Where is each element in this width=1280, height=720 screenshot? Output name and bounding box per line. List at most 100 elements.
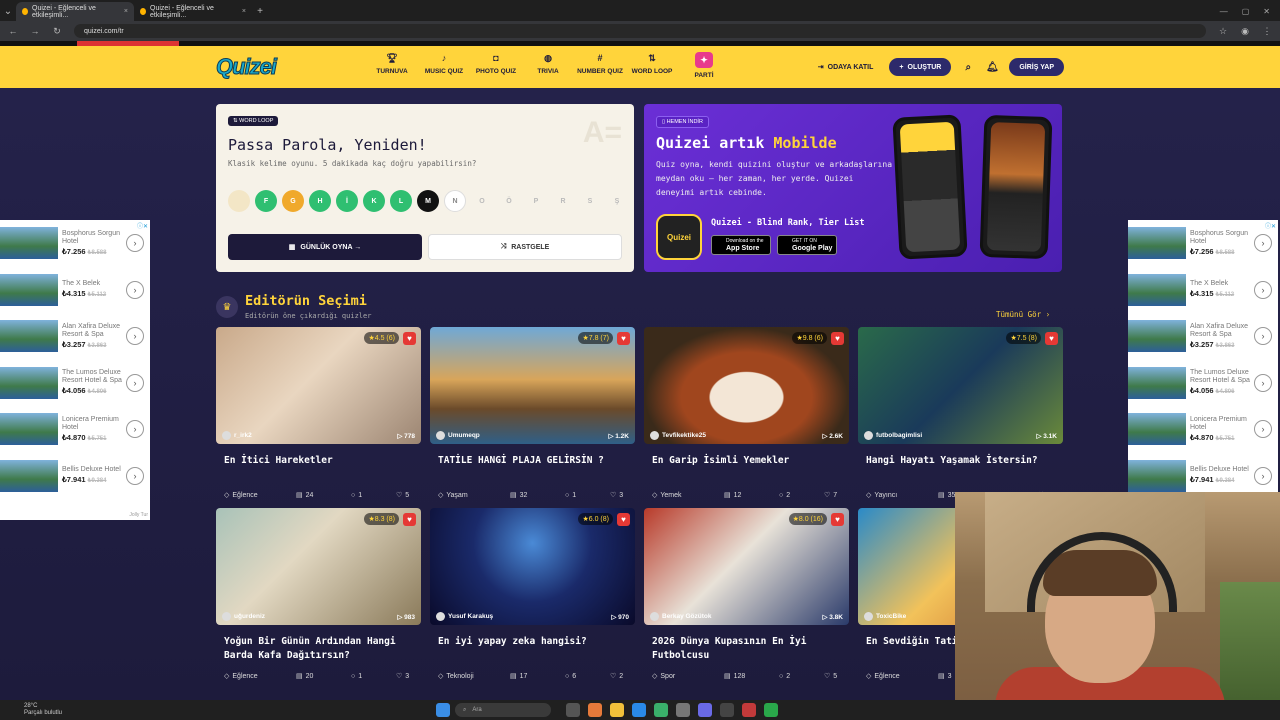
quiz-thumbnail[interactable]: ★8.0 (16) ♥ Berkay Gözütok ▷ 3.8K bbox=[644, 508, 849, 625]
close-tab-icon[interactable]: × bbox=[242, 8, 246, 15]
hotel-ad-row[interactable]: Lonicera Premium Hotel ₺4.870 ₺5.751 › bbox=[0, 406, 150, 453]
quiz-thumbnail[interactable]: ★7.8 (7) ♥ Umumeqp ▷ 1.2K bbox=[430, 327, 635, 444]
app-icon[interactable] bbox=[742, 703, 756, 717]
close-window-icon[interactable]: ✕ bbox=[1263, 7, 1270, 16]
hotel-ad-row[interactable]: The Lumos Deluxe Resort Hotel & Spa ₺4.05… bbox=[1128, 360, 1278, 407]
quiz-author[interactable]: ToxicBike bbox=[864, 612, 906, 621]
quiz-card[interactable]: ★8.3 (8) ♥ uğurdeniz ▷ 983 Yoğun Bir Gün… bbox=[216, 508, 421, 680]
nav-item-parti[interactable]: ✦ PARTİ bbox=[678, 52, 730, 79]
app-icon[interactable] bbox=[720, 703, 734, 717]
browser-tab-2[interactable]: Quizei - Eğlenceli ve etkileşimli... × bbox=[134, 2, 252, 21]
quiz-author[interactable]: r_irk2 bbox=[222, 431, 252, 440]
right-hotel-ad[interactable]: Bosphorus Sorgun Hotel ₺7.256 ₺8.588 › Th… bbox=[1128, 220, 1278, 520]
quiz-author[interactable]: futbolbagimlisi bbox=[864, 431, 922, 440]
bell-icon[interactable]: 🔔︎ bbox=[985, 62, 999, 73]
favorite-icon[interactable]: ♥ bbox=[403, 332, 416, 345]
ad-close-icon[interactable]: ⓘ✕ bbox=[1265, 221, 1276, 230]
quiz-card[interactable]: ★7.8 (7) ♥ Umumeqp ▷ 1.2K TATİLE HANGİ P… bbox=[430, 327, 635, 499]
chevron-right-icon[interactable]: › bbox=[1254, 466, 1272, 485]
chrome-icon[interactable] bbox=[654, 703, 668, 717]
weather-widget[interactable]: 28°C Parçalı bulutlu bbox=[24, 703, 62, 717]
windows-start-icon[interactable] bbox=[436, 703, 450, 717]
quiz-thumbnail[interactable]: ★6.0 (8) ♥ Yusuf Karakuş ▷ 970 bbox=[430, 508, 635, 625]
quiz-card[interactable]: ★6.0 (8) ♥ Yusuf Karakuş ▷ 970 En iyi ya… bbox=[430, 508, 635, 680]
quiz-thumbnail[interactable]: ★8.3 (8) ♥ uğurdeniz ▷ 983 bbox=[216, 508, 421, 625]
favorite-icon[interactable]: ♥ bbox=[403, 513, 416, 526]
edge-icon[interactable] bbox=[632, 703, 646, 717]
random-button[interactable]: ⤨ RASTGELE bbox=[428, 234, 622, 260]
quiz-title[interactable]: 2026 Dünya Kupasının En İyi Futbolcusu bbox=[652, 635, 847, 663]
chevron-right-icon[interactable]: › bbox=[1254, 234, 1272, 253]
file-explorer-icon[interactable] bbox=[610, 703, 624, 717]
forward-icon[interactable]: → bbox=[30, 26, 40, 36]
minimize-icon[interactable]: — bbox=[1220, 7, 1228, 16]
quiz-title[interactable]: Hangi Hayatı Yaşamak İstersin? bbox=[866, 454, 1061, 468]
quiz-thumbnail[interactable]: ★7.5 (8) ♥ futbolbagimlisi ▷ 3.1K bbox=[858, 327, 1063, 444]
menu-icon[interactable]: ⋮ bbox=[1262, 26, 1272, 37]
quiz-author[interactable]: Yusuf Karakuş bbox=[436, 612, 493, 621]
reload-icon[interactable]: ↻ bbox=[52, 26, 62, 37]
taskbar-search[interactable]: ⌕ Ara bbox=[455, 703, 551, 717]
whatsapp-icon[interactable] bbox=[764, 703, 778, 717]
quiz-author[interactable]: Tevfikektike25 bbox=[650, 431, 706, 440]
category-label[interactable]: ◇ Yayıncı bbox=[866, 491, 938, 500]
hotel-ad-row[interactable]: The X Belek ₺4.315 ₺5.112 › bbox=[1128, 267, 1278, 314]
chevron-right-icon[interactable]: › bbox=[126, 327, 144, 346]
url-input[interactable]: quizei.com/tr bbox=[74, 24, 1206, 38]
chevron-right-icon[interactable]: › bbox=[1254, 373, 1272, 392]
quiz-author[interactable]: Berkay Gözütok bbox=[650, 612, 712, 621]
copilot-icon[interactable] bbox=[588, 703, 602, 717]
hotel-ad-row[interactable]: Bellis Deluxe Hotel ₺7.941 ₺9.384 › bbox=[0, 453, 150, 500]
chevron-right-icon[interactable]: › bbox=[126, 280, 144, 299]
chevron-right-icon[interactable]: › bbox=[126, 466, 144, 485]
nav-item-music-quiz[interactable]: ♪ MUSIC QUIZ bbox=[418, 52, 470, 79]
category-label[interactable]: ◇ Spor bbox=[652, 672, 724, 681]
hotel-ad-row[interactable]: The X Belek ₺4.315 ₺5.112 › bbox=[0, 267, 150, 314]
quiz-title[interactable]: En İtici Hareketler bbox=[224, 454, 419, 468]
tab-search-icon[interactable]: ⌄ bbox=[0, 2, 16, 21]
back-icon[interactable]: ← bbox=[8, 26, 18, 36]
hotel-ad-row[interactable]: Lonicera Premium Hotel ₺4.870 ₺5.751 › bbox=[1128, 406, 1278, 453]
category-label[interactable]: ◇ Eğlence bbox=[866, 672, 938, 681]
quiz-thumbnail[interactable]: ★9.8 (6) ♥ Tevfikektike25 ▷ 2.6K bbox=[644, 327, 849, 444]
mobile-app-card[interactable]: ▯ HEMEN İNDİR Quizei artık Mobilde Quiz … bbox=[644, 104, 1062, 272]
task-view-icon[interactable] bbox=[566, 703, 580, 717]
chevron-right-icon[interactable]: › bbox=[126, 420, 144, 439]
quiz-author[interactable]: uğurdeniz bbox=[222, 612, 265, 621]
quiz-author[interactable]: Umumeqp bbox=[436, 431, 480, 440]
favorite-icon[interactable]: ♥ bbox=[1045, 332, 1058, 345]
create-button[interactable]: + OLUŞTUR bbox=[889, 58, 952, 76]
login-button[interactable]: GİRİŞ YAP bbox=[1009, 58, 1064, 76]
nav-item-photo-quiz[interactable]: ◘ PHOTO QUIZ bbox=[470, 52, 522, 79]
hotel-ad-row[interactable]: Bosphorus Sorgun Hotel ₺7.256 ₺8.588 › bbox=[0, 220, 150, 267]
daily-play-button[interactable]: ▦ GÜNLÜK OYNA → bbox=[228, 234, 422, 260]
app-store-button[interactable]: Download on the App Store bbox=[711, 235, 771, 255]
bookmark-star-icon[interactable]: ☆ bbox=[1218, 26, 1228, 37]
chevron-right-icon[interactable]: › bbox=[126, 234, 144, 253]
nav-item-turnuva[interactable]: 🏆︎ TURNUVA bbox=[366, 52, 418, 79]
google-play-button[interactable]: GET IT ON Google Play bbox=[777, 235, 837, 255]
quizei-logo[interactable]: Quizei bbox=[215, 54, 277, 80]
quiz-title[interactable]: TATİLE HANGİ PLAJA GELİRSİN ? bbox=[438, 454, 633, 468]
hotel-ad-row[interactable]: Bosphorus Sorgun Hotel ₺7.256 ₺8.588 › bbox=[1128, 220, 1278, 267]
nav-item-word-loop[interactable]: ⇅ WORD LOOP bbox=[626, 52, 678, 79]
quiz-title[interactable]: En Garip İsimli Yemekler bbox=[652, 454, 847, 468]
chevron-right-icon[interactable]: › bbox=[1254, 420, 1272, 439]
new-tab-button[interactable]: + bbox=[252, 2, 268, 21]
profile-icon[interactable]: ◉ bbox=[1240, 26, 1250, 37]
chevron-right-icon[interactable]: › bbox=[126, 373, 144, 392]
quiz-card[interactable]: ★9.8 (6) ♥ Tevfikektike25 ▷ 2.6K En Gari… bbox=[644, 327, 849, 499]
nav-item-trivia[interactable]: ◍ TRIVIA bbox=[522, 52, 574, 79]
see-all-link[interactable]: Tümünü Gör › bbox=[996, 310, 1050, 319]
app-icon[interactable] bbox=[676, 703, 690, 717]
favorite-icon[interactable]: ♥ bbox=[617, 513, 630, 526]
maximize-icon[interactable]: ▢ bbox=[1242, 7, 1250, 16]
search-icon[interactable]: ⌕ bbox=[961, 62, 975, 73]
hotel-ad-row[interactable]: The Lumos Deluxe Resort Hotel & Spa ₺4.05… bbox=[0, 360, 150, 407]
quiz-card[interactable]: ★4.5 (6) ♥ r_irk2 ▷ 778 En İtici Hareket… bbox=[216, 327, 421, 499]
category-label[interactable]: ◇ Yemek bbox=[652, 491, 724, 500]
quiz-card[interactable]: ★8.0 (16) ♥ Berkay Gözütok ▷ 3.8K 2026 D… bbox=[644, 508, 849, 680]
favorite-icon[interactable]: ♥ bbox=[831, 332, 844, 345]
quiz-title[interactable]: Yoğun Bir Günün Ardından Hangi Barda Kaf… bbox=[224, 635, 419, 663]
hotel-ad-row[interactable]: Alan Xafira Deluxe Resort & Spa ₺3.257 ₺3… bbox=[1128, 313, 1278, 360]
